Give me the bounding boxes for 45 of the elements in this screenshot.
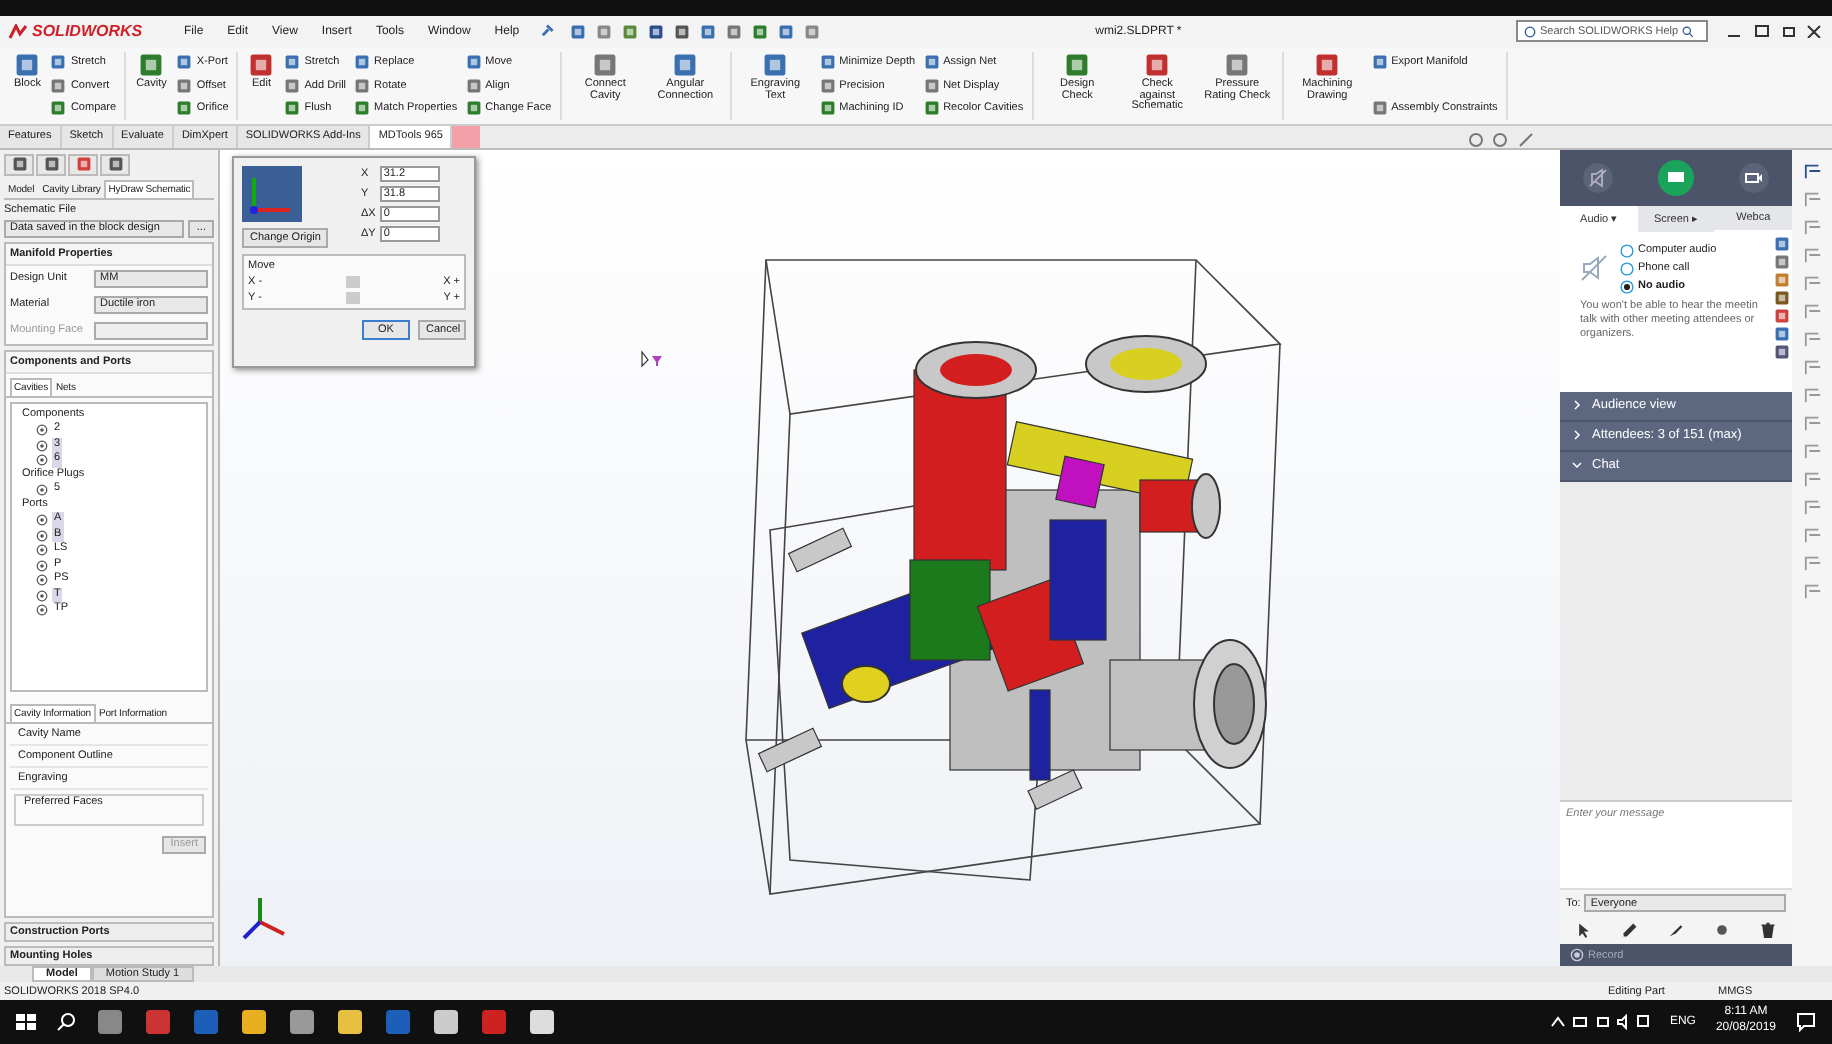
panel-tab[interactable]: [4, 153, 34, 176]
search-icon[interactable]: [56, 1012, 76, 1033]
radio-button[interactable]: [1620, 261, 1634, 276]
highlighter-icon[interactable]: [1668, 922, 1684, 939]
mute-audio-icon[interactable]: [1582, 161, 1614, 194]
speaker-muted-icon: [1580, 254, 1608, 283]
window-controls-icon: [1724, 24, 1824, 39]
taskbar-app-icon[interactable]: [240, 1008, 268, 1037]
property-field[interactable]: [94, 321, 208, 340]
start-icon[interactable]: [16, 1012, 36, 1033]
logo-mark-icon: [8, 23, 28, 40]
app-logo: SOLIDWORKS: [32, 22, 143, 41]
taskbar-app-icon[interactable]: [528, 1008, 556, 1037]
chevron-icon: [1572, 430, 1582, 441]
panel-tab[interactable]: [100, 153, 130, 176]
help-icon: [1524, 25, 1536, 38]
panel-tab[interactable]: [36, 153, 66, 176]
taskbar-app-icon[interactable]: [432, 1008, 460, 1037]
gear-icon: [36, 484, 48, 497]
trash-icon[interactable]: [1760, 922, 1776, 939]
axis-triad-icon: [242, 165, 302, 222]
video-camera-icon[interactable]: [1738, 161, 1770, 194]
taskbar-app-icon[interactable]: [336, 1008, 364, 1037]
system-tray-icon: [1549, 1014, 1650, 1031]
tab-marker: [452, 125, 481, 148]
chevron-icon: [1572, 460, 1582, 471]
pointer-icon[interactable]: [1576, 922, 1592, 939]
tool-icon: [1371, 100, 1388, 117]
radio-button[interactable]: [1620, 279, 1634, 294]
notification-icon[interactable]: [1796, 1012, 1816, 1033]
slider-thumb[interactable]: [346, 275, 361, 288]
panel-tab[interactable]: [68, 153, 98, 176]
pen-icon[interactable]: [1622, 922, 1638, 939]
tool-icon[interactable]: [1803, 161, 1821, 180]
chevron-icon: [1572, 400, 1582, 411]
search-icon: [1682, 25, 1695, 38]
pin-icon: [539, 24, 554, 39]
share-screen-icon[interactable]: [1658, 159, 1694, 196]
taskbar-app-icon[interactable]: [288, 1008, 316, 1037]
slider-thumb[interactable]: [346, 291, 361, 304]
cursor-icon: [640, 349, 664, 368]
record-icon: [1570, 948, 1584, 963]
dot-icon[interactable]: [1714, 922, 1730, 939]
radio-button[interactable]: [1620, 243, 1634, 258]
tool-icon: [1371, 54, 1388, 71]
